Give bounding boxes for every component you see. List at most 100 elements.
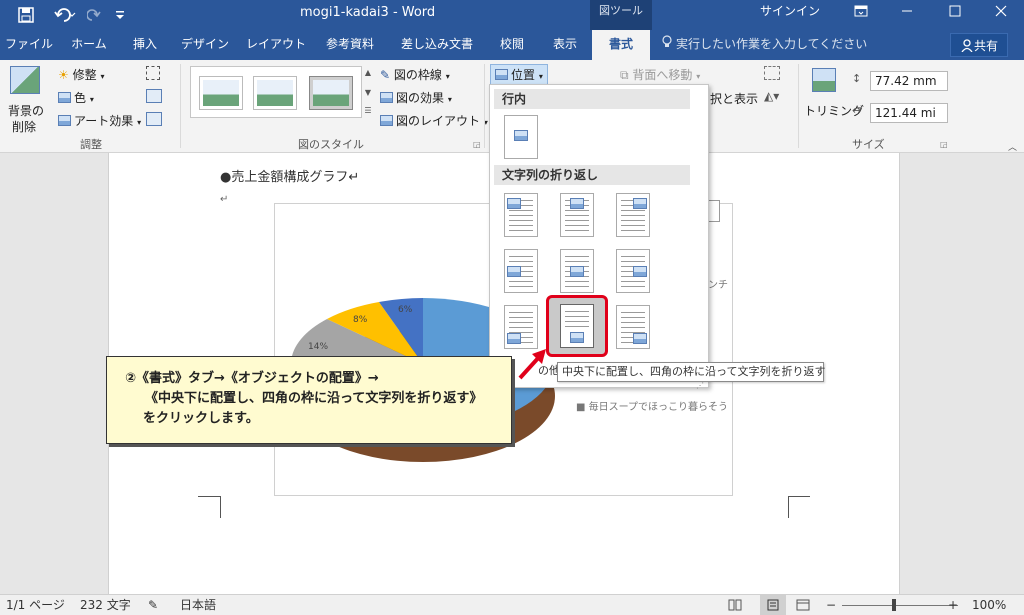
remove-background-button[interactable]: 背景の 削除 [4, 64, 48, 134]
tab-format[interactable]: 書式 [592, 30, 650, 60]
dialog-launcher-icon[interactable]: ◲ [473, 140, 481, 149]
tooltip-bottom-center: 中央下に配置し、四角の枠に沿って文字列を折り返す [557, 362, 825, 382]
word-count[interactable]: 232 文字 [80, 595, 131, 615]
undo-icon[interactable] [48, 0, 82, 30]
tab-design[interactable]: デザイン [172, 30, 238, 60]
zoom-slider-thumb[interactable] [892, 599, 896, 611]
position-label: 位置 [511, 68, 536, 82]
picture-border-button[interactable]: ✎ 図の枠線 ▾ [380, 66, 450, 83]
picture-effects-icon [380, 92, 393, 103]
text-line [565, 225, 589, 226]
text-line [621, 210, 645, 211]
dialog-launcher-icon[interactable]: ◲ [940, 140, 948, 149]
color-button[interactable]: 色 ▾ [58, 89, 94, 106]
artistic-effects-button[interactable]: アート効果 ▾ [58, 112, 141, 129]
text-line [621, 261, 645, 262]
gallery-scroll-down-icon[interactable]: ▼ [362, 88, 374, 97]
text-line [509, 225, 533, 226]
crop-button[interactable]: トリミング [804, 66, 864, 128]
tab-file[interactable]: ファイル [0, 30, 58, 60]
gallery-more-icon[interactable]: ☰ [362, 106, 374, 115]
color-label: 色 [74, 91, 87, 105]
tab-view[interactable]: 表示 [540, 30, 590, 60]
web-layout-icon[interactable] [796, 595, 810, 615]
position-button[interactable]: 位置 ▾ [490, 64, 548, 85]
collapse-ribbon-icon[interactable]: ︿ [1008, 140, 1017, 153]
picture-layout-button[interactable]: 図のレイアウト ▾ [380, 112, 488, 129]
close-icon[interactable] [978, 0, 1024, 30]
tab-insert[interactable]: 挿入 [118, 30, 172, 60]
tab-review[interactable]: 校閲 [486, 30, 538, 60]
text-line [509, 317, 533, 318]
ribbon-display-options-icon[interactable] [838, 0, 884, 30]
text-line [621, 256, 645, 257]
picture-icon [507, 333, 521, 344]
wrap-option-bottom-center-selected[interactable] [546, 295, 608, 357]
width-input[interactable]: 121.44 mi [870, 103, 948, 123]
picture-tools-label: 図ツール [590, 0, 652, 30]
lightbulb-icon [662, 30, 676, 58]
maximize-icon[interactable] [932, 0, 978, 30]
reset-picture-icon[interactable] [146, 112, 162, 126]
text-line [509, 230, 533, 231]
print-layout-icon[interactable] [760, 595, 786, 615]
minimize-icon[interactable] [884, 0, 930, 30]
wrap-option-top-left[interactable] [504, 193, 538, 237]
wrap-option-bottom-right[interactable] [616, 305, 650, 349]
wrap-option-top-right[interactable] [616, 193, 650, 237]
wrap-option-bottom-left[interactable] [504, 305, 538, 349]
wrap-option-top-center[interactable] [560, 193, 594, 237]
wrap-option-middle-center[interactable] [560, 249, 594, 293]
compress-pictures-icon[interactable] [146, 66, 160, 80]
zoom-out-icon[interactable]: − [826, 595, 836, 615]
legend-item-soup: ■ 毎日スープでほっこり暮らそう [576, 402, 729, 413]
picture-style-3[interactable] [309, 76, 353, 110]
corrections-button[interactable]: ☀ 修整 ▾ [58, 66, 104, 83]
tab-home[interactable]: ホーム [60, 30, 118, 60]
title-bar: mogi1-kadai3 - Word 図ツール サインイン [0, 0, 1024, 30]
resize-grip-icon[interactable]: ⋰ [696, 381, 704, 390]
save-icon[interactable] [14, 0, 38, 30]
read-mode-icon[interactable] [728, 595, 742, 615]
text-line [565, 281, 589, 282]
text-line [621, 317, 645, 318]
send-backward-button[interactable]: ⧉ 背面へ移動 ▾ [620, 66, 700, 83]
redo-icon[interactable] [84, 0, 104, 30]
zoom-level[interactable]: 100% [972, 595, 1006, 615]
position-inline-option[interactable] [504, 115, 538, 159]
proofing-icon[interactable]: ✎ [148, 595, 158, 615]
tab-layout[interactable]: レイアウト [240, 30, 312, 60]
picture-style-1[interactable] [199, 76, 243, 110]
height-input[interactable]: 77.42 mm [870, 71, 948, 91]
selection-pane-button[interactable]: 択と表示 [710, 90, 758, 107]
pen-icon: ✎ [380, 68, 391, 82]
signin-link[interactable]: サインイン [760, 0, 820, 30]
change-picture-icon[interactable] [146, 89, 162, 103]
text-line [565, 256, 589, 257]
wrap-option-middle-right[interactable] [616, 249, 650, 293]
customize-qat-icon[interactable] [112, 0, 128, 30]
gallery-scroll-up-icon[interactable]: ▲ [362, 68, 374, 77]
picture-icon [507, 266, 521, 277]
tell-me-search[interactable]: 実行したい作業を入力してください [662, 30, 867, 60]
language-indicator[interactable]: 日本語 [180, 595, 216, 615]
width-icon: ↔ [852, 104, 862, 117]
wrap-option-middle-left[interactable] [504, 249, 538, 293]
picture-styles-gallery [190, 66, 362, 118]
tab-references[interactable]: 参考資料 [314, 30, 386, 60]
zoom-slider-track[interactable] [842, 605, 958, 606]
align-icon[interactable] [764, 66, 780, 80]
zoom-in-icon[interactable]: + [948, 595, 958, 615]
text-line [621, 327, 645, 328]
status-bar: 1/1 ページ 232 文字 ✎ 日本語 − + 100% [0, 594, 1024, 615]
inline-header: 行内 [494, 89, 690, 109]
share-button[interactable]: 共有 [950, 33, 1008, 57]
rotate-icon[interactable]: ◭▾ [764, 89, 779, 103]
picture-effects-button[interactable]: 図の効果 ▾ [380, 89, 452, 106]
chevron-down-icon: ▾ [696, 72, 701, 81]
tab-mailings[interactable]: 差し込み文書 [390, 30, 484, 60]
page-count[interactable]: 1/1 ページ [6, 595, 65, 615]
text-line [565, 215, 589, 216]
height-icon: ↕ [852, 72, 862, 85]
picture-style-2[interactable] [253, 76, 297, 110]
